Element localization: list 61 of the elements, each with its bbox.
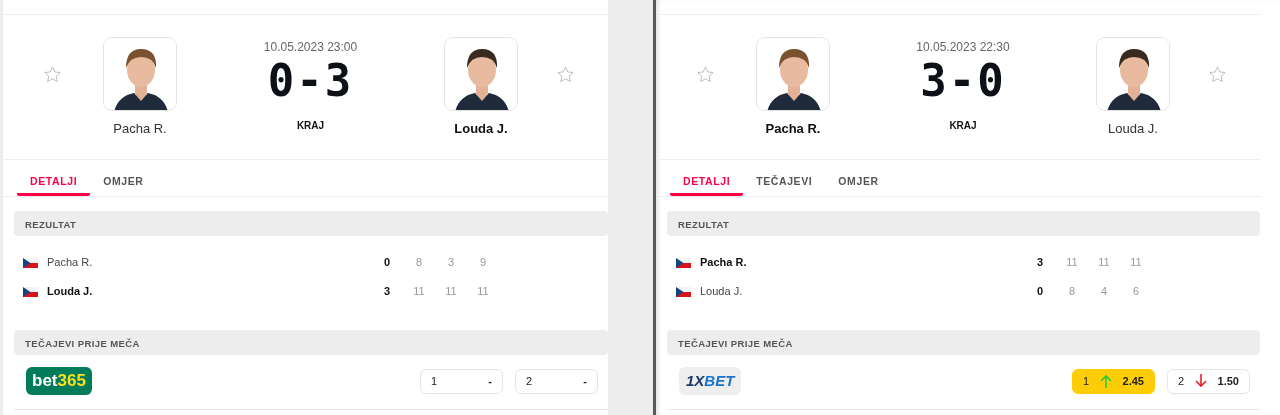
- match-date: 10.05.2023 22:30: [915, 39, 1011, 56]
- sets-won: 3: [382, 284, 392, 300]
- section-header: TEČAJEVI PRIJE MEČA: [14, 330, 608, 355]
- set-score: 11: [412, 284, 426, 300]
- odds-label: 2: [526, 373, 533, 389]
- set-score: 4: [1099, 284, 1109, 300]
- player-name[interactable]: Louda J.: [700, 283, 1024, 300]
- tab[interactable]: OMJER: [825, 160, 892, 196]
- odds-label: 1: [431, 373, 438, 389]
- player-name[interactable]: Pacha R.: [765, 119, 821, 139]
- odds-label: 2: [1178, 373, 1185, 389]
- star-icon[interactable]: [556, 65, 575, 84]
- set-score: 11: [444, 284, 458, 300]
- odds-button[interactable]: 1 2.45: [1072, 368, 1155, 394]
- bookmaker-logo[interactable]: bet365: [26, 367, 92, 395]
- match-score: 0-3: [266, 58, 355, 104]
- tab[interactable]: OMJER: [90, 160, 157, 196]
- flag-icon: [676, 286, 691, 297]
- set-score: 11: [476, 284, 490, 300]
- flag-icon: [23, 257, 38, 268]
- star-icon[interactable]: [696, 65, 715, 84]
- flag-icon: [23, 286, 38, 297]
- sets-won: 3: [1035, 255, 1045, 271]
- set-score: 8: [1067, 284, 1077, 300]
- odds-value: -: [488, 373, 492, 389]
- set-score: 8: [414, 255, 424, 271]
- odds-button[interactable]: 2 1.50: [1167, 368, 1250, 394]
- match-status: KRAJ: [295, 119, 326, 133]
- player-name[interactable]: Louda J.: [47, 283, 371, 300]
- set-score: 11: [1097, 255, 1111, 271]
- section-header: REZULTAT: [14, 211, 608, 236]
- odds-button[interactable]: 2 -: [515, 368, 598, 394]
- match-score: 3-0: [919, 58, 1007, 104]
- flag-icon: [676, 257, 691, 268]
- set-score: 11: [1065, 255, 1079, 271]
- star-icon[interactable]: [1208, 65, 1227, 84]
- bookmaker-logo[interactable]: 1XBET: [679, 367, 742, 395]
- player-name[interactable]: Louda J.: [1108, 119, 1158, 139]
- player-name[interactable]: Pacha R.: [113, 119, 167, 139]
- tab[interactable]: DETALJI: [17, 160, 91, 196]
- odds-value: 1.50: [1217, 373, 1239, 389]
- set-score: 6: [1131, 284, 1141, 300]
- odds-button[interactable]: 1 -: [420, 368, 503, 394]
- match-status: KRAJ: [948, 119, 978, 133]
- odds-value: -: [583, 373, 587, 389]
- tab[interactable]: DETALJI: [670, 160, 744, 196]
- tab[interactable]: TEČAJEVI: [743, 160, 826, 196]
- player-name[interactable]: Pacha R.: [47, 254, 371, 271]
- odds-value: 2.45: [1122, 373, 1144, 389]
- section-header: REZULTAT: [667, 211, 1260, 236]
- player-name[interactable]: Louda J.: [454, 119, 508, 139]
- player-name[interactable]: Pacha R.: [700, 254, 1024, 271]
- odds-label: 1: [1083, 373, 1090, 389]
- set-score: 9: [478, 255, 488, 271]
- set-score: 11: [1129, 255, 1143, 271]
- section-header: TEČAJEVI PRIJE MEČA: [667, 330, 1260, 355]
- match-date: 10.05.2023 23:00: [262, 39, 359, 56]
- set-score: 3: [446, 255, 456, 271]
- sets-won: 0: [1035, 284, 1045, 300]
- sets-won: 0: [382, 255, 392, 271]
- star-icon[interactable]: [43, 65, 62, 84]
